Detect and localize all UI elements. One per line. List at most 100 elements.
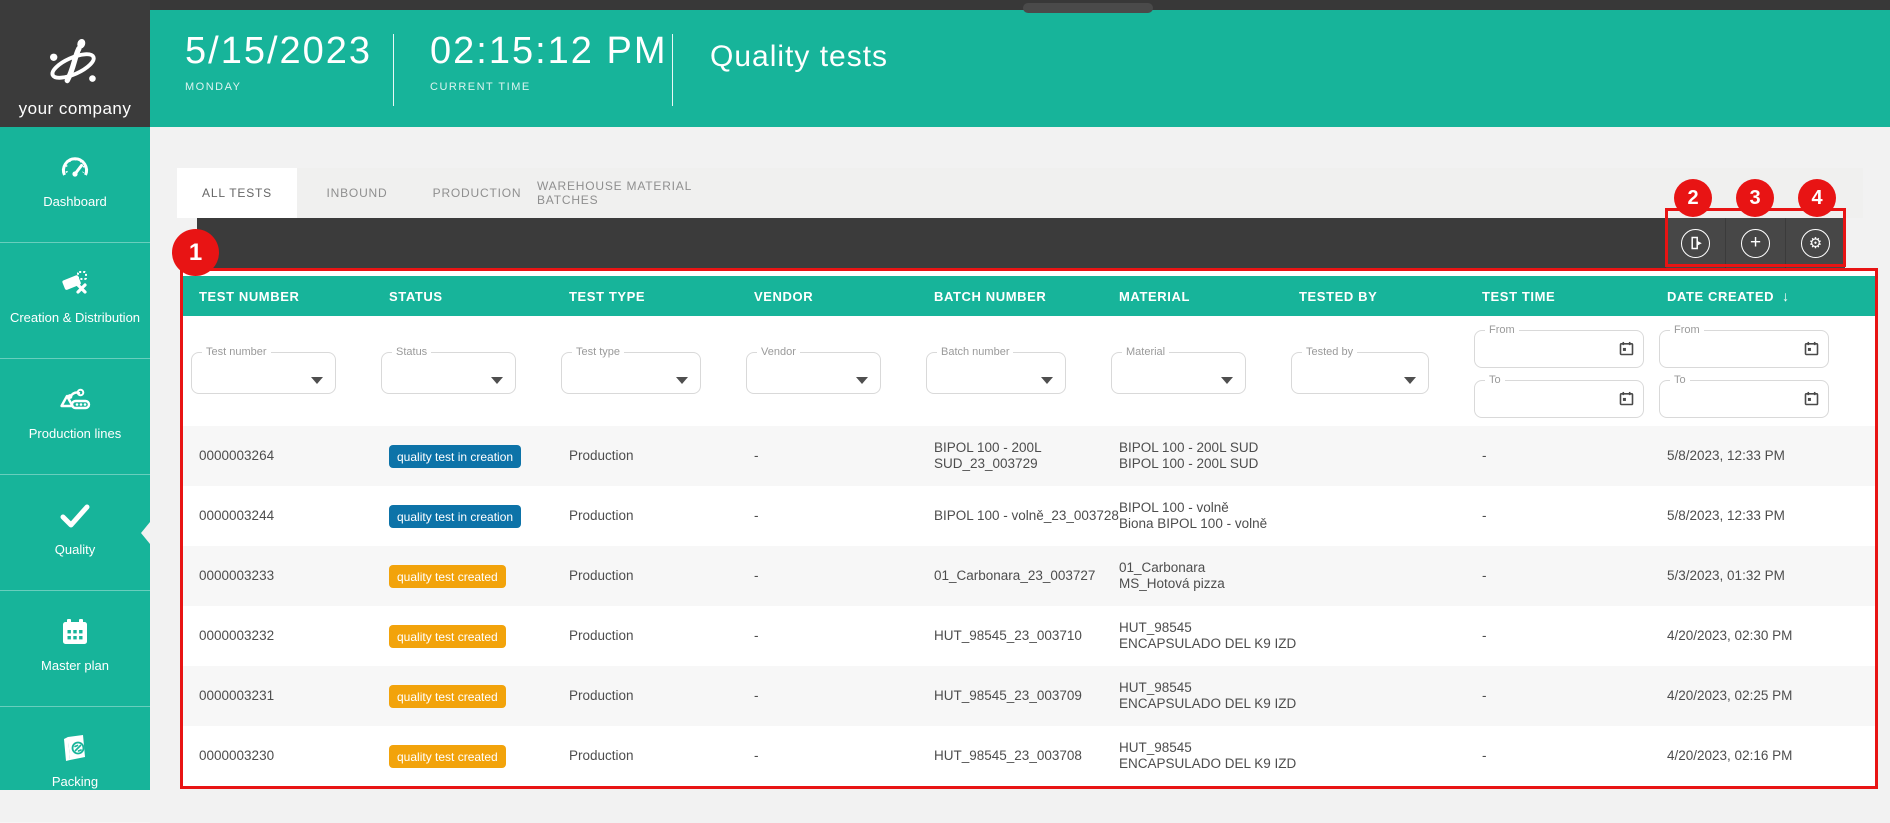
table-row[interactable]: 0000003233 quality test created Production…	[183, 546, 1875, 606]
filter-date_created-to[interactable]: To	[1659, 374, 1829, 418]
sidebar-item-creation-distribution[interactable]: Creation & Distribution	[0, 243, 150, 359]
chevron-down-icon[interactable]	[1404, 377, 1416, 384]
tab-warehouse-material-batches[interactable]: WAREHOUSE MATERIAL BATCHES	[537, 168, 753, 218]
filter-label: Status	[392, 346, 432, 358]
company-logo[interactable]: your company	[0, 0, 150, 127]
calendar-icon[interactable]	[1804, 341, 1819, 361]
export-button[interactable]	[1666, 218, 1725, 268]
filter-label: To	[1670, 374, 1690, 386]
column-header-test-number[interactable]: TEST NUMBER	[183, 276, 373, 316]
sidebar-item-label: Quality	[54, 542, 96, 557]
logo-figure-icon	[50, 38, 96, 84]
sidebar-item-label: Master plan	[41, 658, 109, 673]
filter-test_time-from[interactable]: From	[1474, 324, 1644, 368]
column-header-status[interactable]: STATUS	[373, 276, 553, 316]
table-row[interactable]: 0000003232 quality test created Production…	[183, 606, 1875, 666]
filter-dropdown-vendor[interactable]: Vendor	[746, 346, 881, 394]
cell-batch-number: 01_Carbonara_23_003727	[934, 568, 1096, 583]
cell-status: quality test in creation	[373, 426, 553, 486]
cell-batch-number: HUT_98545_23_003708	[934, 748, 1082, 763]
cell-test-time: -	[1482, 508, 1487, 523]
filter-dropdown-status[interactable]: Status	[381, 346, 516, 394]
filter-dropdown-material[interactable]: Material	[1111, 346, 1246, 394]
cell-test-number: 0000003232	[199, 628, 275, 643]
table-row[interactable]: 0000003244 quality test in creation Produc…	[183, 486, 1875, 546]
sidebar-item-packing[interactable]: Packing	[0, 707, 150, 823]
column-header-label: BATCH NUMBER	[934, 288, 1047, 304]
tab-all-tests[interactable]: ALL TESTS	[177, 168, 297, 218]
status-badge: quality test created	[389, 744, 506, 768]
cell-test-type: Production	[569, 568, 634, 583]
sidebar-item-production-lines[interactable]: Production lines	[0, 359, 150, 475]
column-header-tested-by[interactable]: TESTED BY	[1283, 276, 1466, 316]
add-button[interactable]: +	[1726, 218, 1785, 268]
header-date-block: 5/15/2023 MONDAY	[185, 30, 372, 93]
sidebar-item-dashboard[interactable]: Dashboard	[0, 127, 150, 243]
filter-label: Tested by	[1302, 346, 1358, 358]
current-day: MONDAY	[185, 81, 242, 93]
filter-date_created-from[interactable]: From	[1659, 324, 1829, 368]
chevron-down-icon[interactable]	[856, 377, 868, 384]
cell-test-number: 0000003231	[199, 688, 275, 703]
column-header-batch-number[interactable]: BATCH NUMBER	[918, 276, 1103, 316]
tab-inbound[interactable]: INBOUND	[297, 168, 417, 218]
filter-dropdown-batch-number[interactable]: Batch number	[926, 346, 1066, 394]
cell-date-created: 5/8/2023, 12:33 PM	[1667, 448, 1785, 463]
column-header-label: DATE CREATED	[1667, 288, 1775, 304]
status-badge: quality test in creation	[389, 504, 522, 528]
calendar-icon[interactable]	[1619, 341, 1634, 361]
cell-material: BIPOL 100 - 200L SUD BIPOL 100 - 200L SUD	[1119, 440, 1259, 471]
cell-vendor: -	[754, 628, 759, 643]
sort-desc-icon[interactable]: ↓	[1782, 288, 1790, 304]
sidebar-nav: Dashboard Creation & Distribution Producti…	[0, 127, 150, 823]
filter-dropdown-test-type[interactable]: Test type	[561, 346, 701, 394]
settings-button[interactable]: ⚙	[1786, 218, 1845, 268]
quality-tests-table: TEST NUMBER STATUS TEST TYPE VENDOR BATCH NU…	[183, 271, 1875, 788]
cell-date-created: 4/20/2023, 02:16 PM	[1667, 748, 1793, 763]
cell-vendor: -	[754, 688, 759, 703]
cell-tested-by	[1283, 546, 1466, 606]
table-row[interactable]: 0000003231 quality test created Production…	[183, 666, 1875, 726]
current-date: 5/15/2023	[185, 30, 373, 72]
cell-test-type: Production	[569, 688, 634, 703]
filter-dropdown-test-number[interactable]: Test number	[191, 346, 336, 394]
table-row[interactable]: 0000003264 quality test in creation Produc…	[183, 426, 1875, 486]
sidebar-item-label: Production lines	[28, 426, 122, 441]
calendar-icon[interactable]	[1804, 391, 1819, 411]
header-time-block: 02:15:12 PM CURRENT TIME	[430, 30, 667, 93]
filter-dropdown-tested-by[interactable]: Tested by	[1291, 346, 1429, 394]
column-header-material[interactable]: MATERIAL	[1103, 276, 1283, 316]
chevron-down-icon[interactable]	[676, 377, 688, 384]
sidebar-item-quality[interactable]: Quality	[0, 475, 150, 591]
column-header-label: TEST NUMBER	[199, 288, 300, 304]
top-window-tab	[1023, 3, 1153, 13]
header-divider	[672, 34, 673, 106]
cell-date-created: 5/8/2023, 12:33 PM	[1667, 508, 1785, 523]
filter-label: Vendor	[757, 346, 800, 358]
column-header-vendor[interactable]: VENDOR	[738, 276, 918, 316]
filter-cell-test-number: Test number	[183, 316, 373, 426]
chevron-down-icon[interactable]	[1041, 377, 1053, 384]
filter-test_time-to[interactable]: To	[1474, 374, 1644, 418]
cell-material: HUT_98545 ENCAPSULADO DEL K9 IZD	[1119, 740, 1297, 771]
chevron-down-icon[interactable]	[311, 377, 323, 384]
sidebar-item-master-plan[interactable]: Master plan	[0, 591, 150, 707]
chevron-down-icon[interactable]	[491, 377, 503, 384]
cell-batch-number: HUT_98545_23_003709	[934, 688, 1082, 703]
column-header-label: MATERIAL	[1119, 288, 1190, 304]
table-toolbar: + ⚙	[197, 218, 1845, 268]
cell-tested-by	[1283, 666, 1466, 726]
column-header-date-created[interactable]: DATE CREATED ↓	[1651, 276, 1875, 316]
column-header-test-time[interactable]: TEST TIME	[1466, 276, 1651, 316]
calendar-icon[interactable]	[1619, 391, 1634, 411]
tab-production[interactable]: PRODUCTION	[417, 168, 537, 218]
tab-bar: ALL TESTS INBOUND PRODUCTION WAREHOUSE MATE…	[177, 168, 1863, 218]
table-filter-row: Test number Status Test type Vendor Batch nu…	[183, 316, 1875, 426]
table-row[interactable]: 0000003230 quality test created Production…	[183, 726, 1875, 786]
status-badge: quality test created	[389, 564, 506, 588]
calendar-icon	[59, 615, 91, 649]
chevron-down-icon[interactable]	[1221, 377, 1233, 384]
column-header-test-type[interactable]: TEST TYPE	[553, 276, 738, 316]
box-link-icon	[58, 731, 92, 765]
filter-label: Batch number	[937, 346, 1014, 358]
